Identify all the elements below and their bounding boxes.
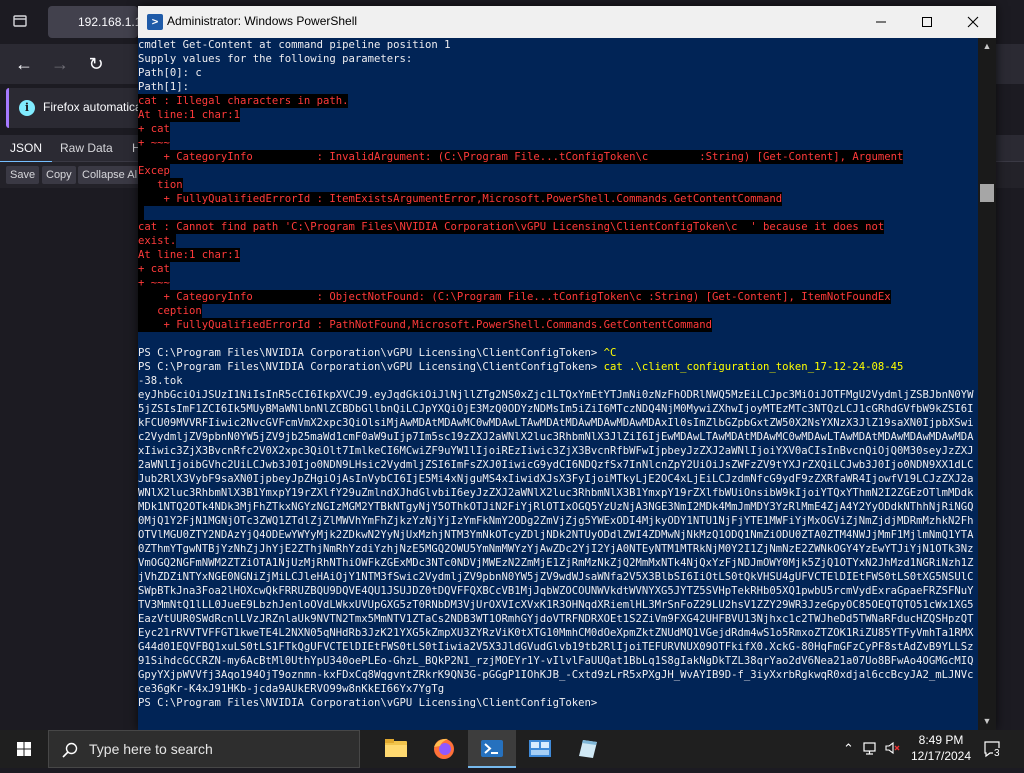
automation-notice-text: Firefox automatica bbox=[43, 100, 142, 114]
console-line: cat : Cannot find path 'C:\Program Files… bbox=[138, 220, 885, 234]
minimize-button[interactable] bbox=[858, 6, 904, 38]
info-icon: i bbox=[19, 100, 35, 116]
tab-list-icon[interactable] bbox=[10, 12, 30, 32]
console-line: Excep bbox=[138, 164, 170, 178]
console-output[interactable]: cmdlet Get-Content at command pipeline p… bbox=[138, 38, 978, 730]
console-line: + ~~~ bbox=[138, 276, 170, 290]
taskbar: Type here to search ⌃ 8:49 PM 12/17/2024… bbox=[0, 730, 1024, 768]
console-line: + FullyQualifiedErrorId : ItemExistsArgu… bbox=[138, 192, 783, 206]
powershell-icon: > bbox=[147, 14, 163, 30]
console-line: Path[0]: c bbox=[138, 67, 202, 79]
copy-button[interactable]: Copy bbox=[42, 166, 76, 184]
console-line: cat : Illegal characters in path. bbox=[138, 94, 349, 108]
network-icon[interactable] bbox=[862, 740, 878, 761]
automation-notice-bar: i Firefox automatica bbox=[6, 88, 149, 128]
volume-muted-icon[interactable] bbox=[884, 740, 900, 761]
save-button[interactable]: Save bbox=[6, 166, 40, 184]
clock-date: 12/17/2024 bbox=[910, 749, 972, 763]
taskbar-search-box[interactable]: Type here to search bbox=[48, 730, 360, 768]
reload-icon[interactable]: ↻ bbox=[85, 53, 107, 75]
action-center-button[interactable]: 3 bbox=[982, 739, 1002, 759]
console-lines: cmdlet Get-Content at command pipeline p… bbox=[138, 38, 978, 388]
file-explorer-taskbar-icon[interactable] bbox=[372, 730, 420, 768]
scroll-down-icon[interactable]: ▼ bbox=[978, 713, 996, 730]
console-line: PS C:\Program Files\NVIDIA Corporation\v… bbox=[138, 347, 617, 359]
console-line: cmdlet Get-Content at command pipeline p… bbox=[138, 39, 451, 51]
powershell-title-bar[interactable]: > Administrator: Windows PowerShell bbox=[138, 6, 996, 38]
maximize-button[interactable] bbox=[904, 6, 950, 38]
console-line: + FullyQualifiedErrorId : PathNotFound,M… bbox=[138, 318, 713, 332]
console-line: PS C:\Program Files\NVIDIA Corporation\v… bbox=[138, 361, 904, 373]
taskbar-clock[interactable]: 8:49 PM 12/17/2024 bbox=[904, 732, 978, 764]
notification-count-badge: 3 bbox=[993, 748, 1001, 759]
final-prompt: PS C:\Program Files\NVIDIA Corporation\v… bbox=[138, 697, 598, 709]
firefox-taskbar-icon[interactable] bbox=[420, 730, 468, 768]
windows-logo-icon bbox=[17, 742, 31, 756]
close-button[interactable] bbox=[950, 6, 996, 38]
network-app-taskbar-icon[interactable] bbox=[516, 730, 564, 768]
console-line: + CategoryInfo : InvalidArgument: (C:\Pr… bbox=[138, 150, 904, 164]
window-title: Administrator: Windows PowerShell bbox=[167, 14, 358, 28]
powershell-taskbar-icon[interactable] bbox=[468, 730, 516, 768]
console-line: exist. bbox=[138, 234, 177, 248]
scrollbar-thumb[interactable] bbox=[980, 184, 994, 202]
notes-app-taskbar-icon[interactable] bbox=[564, 730, 612, 768]
console-line: At line:1 char:1 bbox=[138, 108, 241, 122]
search-icon bbox=[62, 742, 78, 758]
console-line: + cat bbox=[138, 122, 170, 136]
console-line: Supply values for the following paramete… bbox=[138, 53, 413, 65]
console-line: tion bbox=[138, 178, 183, 192]
console-command: ^C bbox=[603, 347, 617, 359]
browser-tab-title: 192.168.1.1: bbox=[78, 15, 138, 29]
console-line: + CategoryInfo : ObjectNotFound: (C:\Pro… bbox=[138, 290, 891, 304]
token-output: eyJhbGciOiJSUzI1NiIsInR5cCI6IkpXVCJ9.eyJ… bbox=[138, 389, 974, 695]
powershell-window: > Administrator: Windows PowerShell cmdl… bbox=[138, 6, 996, 730]
forward-icon[interactable]: → bbox=[49, 53, 71, 75]
console-line: + cat bbox=[138, 262, 170, 276]
console-line: -38.tok bbox=[138, 375, 183, 387]
tab-raw-data[interactable]: Raw Data bbox=[50, 135, 123, 161]
search-placeholder: Type here to search bbox=[89, 741, 213, 757]
console-line: Path[1]: bbox=[138, 81, 190, 93]
clock-time: 8:49 PM bbox=[918, 733, 964, 747]
show-hidden-icons[interactable]: ⌃ bbox=[843, 740, 854, 758]
tab-json[interactable]: JSON bbox=[0, 135, 53, 163]
console-command: cat .\client_configuration_token_17-12-2… bbox=[603, 361, 904, 373]
console-line: ception bbox=[138, 304, 202, 318]
console-line bbox=[138, 206, 144, 220]
back-icon[interactable]: ← bbox=[13, 53, 35, 75]
console-line: + ~~~ bbox=[138, 136, 170, 150]
start-button[interactable] bbox=[0, 730, 48, 768]
collapse-all-button[interactable]: Collapse Al bbox=[78, 166, 142, 184]
console-scrollbar[interactable]: ▲ ▼ bbox=[978, 38, 996, 730]
scroll-up-icon[interactable]: ▲ bbox=[978, 38, 996, 55]
browser-tab[interactable]: 192.168.1.1: bbox=[48, 6, 138, 38]
console-line: At line:1 char:1 bbox=[138, 248, 241, 262]
